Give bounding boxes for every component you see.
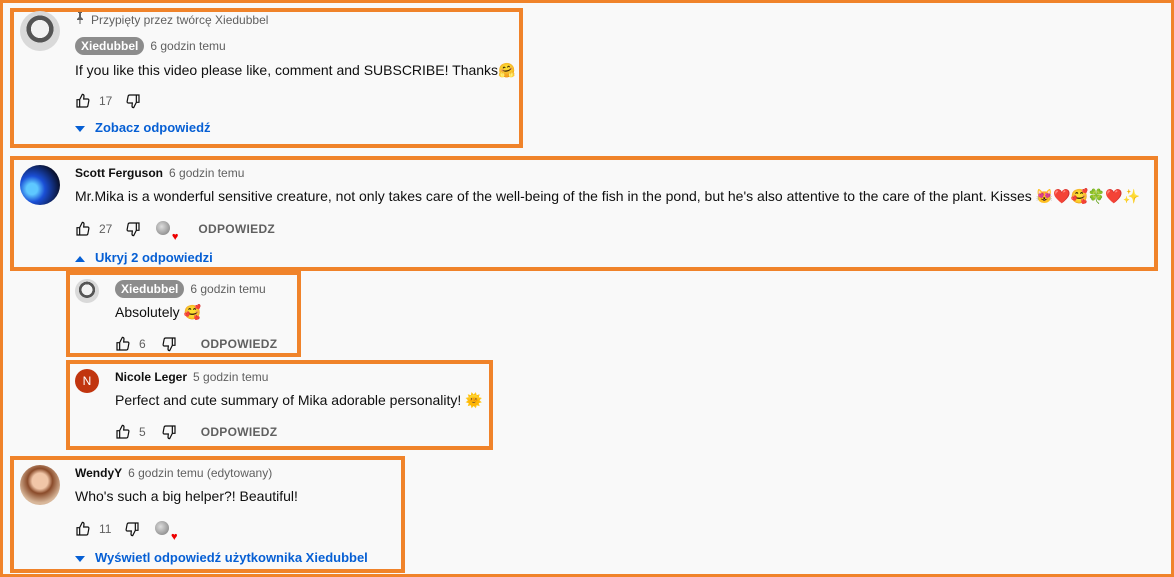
heart-icon: ♥	[171, 231, 179, 243]
comment-actions: 11 ♥	[75, 519, 177, 543]
comment-text: If you like this video please like, comm…	[75, 62, 516, 78]
author-name[interactable]: Scott Ferguson	[75, 166, 163, 180]
timestamp[interactable]: 6 godzin temu (edytowany)	[128, 466, 272, 480]
reply-button[interactable]: ODPOWIEDZ	[201, 425, 278, 439]
hide-replies-button[interactable]: Ukryj 2 odpowiedzi	[75, 250, 213, 265]
dislike-icon[interactable]	[161, 424, 177, 440]
pin-icon	[75, 12, 85, 27]
like-icon[interactable]	[75, 521, 91, 537]
like-count: 11	[99, 522, 112, 536]
comment-actions: 17	[75, 91, 141, 111]
reply-actions: 6 ODPOWIEDZ	[115, 334, 277, 354]
dislike-icon[interactable]	[125, 93, 141, 109]
caret-down-icon	[75, 550, 85, 565]
dislike-icon[interactable]	[124, 521, 140, 537]
creator-avatar-mini	[155, 521, 170, 535]
timestamp[interactable]: 6 godzin temu	[169, 166, 244, 180]
author-name[interactable]: Nicole Leger	[115, 370, 187, 384]
caret-down-icon	[75, 120, 85, 135]
reply-button[interactable]: ODPOWIEDZ	[198, 222, 275, 236]
creator-heart: ♥	[155, 521, 177, 543]
dislike-icon[interactable]	[125, 221, 141, 237]
reply-button[interactable]: ODPOWIEDZ	[201, 337, 278, 351]
timestamp[interactable]: 6 godzin temu	[190, 282, 265, 296]
reply-text: Perfect and cute summary of Mika adorabl…	[115, 392, 483, 408]
like-icon[interactable]	[115, 424, 131, 440]
comment-text: Mr.Mika is a wonderful sensitive creatur…	[75, 188, 1141, 204]
like-icon[interactable]	[75, 93, 91, 109]
comment-actions: 27 ♥ ODPOWIEDZ	[75, 219, 275, 243]
toggle-label: Wyświetl odpowiedź użytkownika Xiedubbel	[95, 550, 368, 565]
avatar[interactable]	[20, 465, 60, 505]
comment-header: Xiedubbel 6 godzin temu	[75, 37, 226, 55]
avatar-letter: N	[82, 374, 92, 388]
comment-header: Scott Ferguson 6 godzin temu	[75, 166, 244, 180]
avatar[interactable]: N	[75, 369, 99, 393]
like-count: 27	[99, 222, 113, 236]
author-badge[interactable]: Xiedubbel	[115, 280, 185, 298]
avatar[interactable]	[75, 279, 99, 303]
reply-actions: 5 ODPOWIEDZ	[115, 422, 277, 442]
like-count: 6	[139, 337, 146, 351]
toggle-label: Zobacz odpowiedź	[95, 120, 211, 135]
reply-header: Nicole Leger 5 godzin temu	[115, 370, 268, 384]
author-name[interactable]: WendyY	[75, 466, 122, 480]
caret-up-icon	[75, 250, 85, 265]
comment-header: WendyY 6 godzin temu (edytowany)	[75, 466, 272, 480]
like-count: 5	[139, 425, 146, 439]
reply-header: Xiedubbel 6 godzin temu	[115, 280, 266, 298]
timestamp[interactable]: 5 godzin temu	[193, 370, 268, 384]
like-icon[interactable]	[75, 221, 91, 237]
author-badge[interactable]: Xiedubbel	[75, 37, 145, 55]
toggle-label: Ukryj 2 odpowiedzi	[95, 250, 213, 265]
like-count: 17	[99, 94, 113, 108]
comment-text: Who's such a big helper?! Beautiful!	[75, 488, 298, 504]
avatar[interactable]	[20, 11, 60, 51]
view-replies-button[interactable]: Zobacz odpowiedź	[75, 120, 211, 135]
avatar[interactable]	[20, 165, 60, 205]
dislike-icon[interactable]	[161, 336, 177, 352]
creator-avatar-mini	[156, 221, 171, 235]
pinned-label: Przypięty przez twórcę Xiedubbel	[75, 12, 268, 27]
reply-text: Absolutely 🥰	[115, 304, 201, 320]
like-icon[interactable]	[115, 336, 131, 352]
pinned-text: Przypięty przez twórcę Xiedubbel	[91, 12, 269, 27]
timestamp[interactable]: 6 godzin temu	[150, 39, 225, 53]
view-replies-button[interactable]: Wyświetl odpowiedź użytkownika Xiedubbel	[75, 550, 368, 565]
heart-icon: ♥	[170, 531, 178, 543]
creator-heart: ♥	[156, 221, 178, 243]
